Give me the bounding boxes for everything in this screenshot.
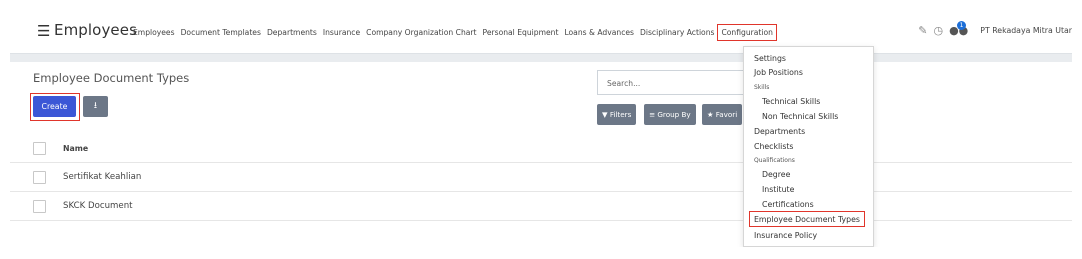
filter-icon: ▼ (602, 110, 608, 119)
dropdown-degree[interactable]: Degree (762, 170, 790, 179)
menu-disciplinary-actions[interactable]: Disciplinary Actions (640, 27, 714, 38)
download-button[interactable]: ⭳ (83, 96, 108, 117)
dropdown-technical-skills[interactable]: Technical Skills (762, 97, 820, 106)
chat-icon[interactable]: ●● 1 (949, 21, 968, 37)
edit-icon[interactable]: ✎ (918, 24, 927, 37)
menu-configuration[interactable]: Configuration (717, 24, 777, 41)
dropdown-job-positions[interactable]: Job Positions (754, 68, 803, 77)
dropdown-departments[interactable]: Departments (754, 127, 805, 136)
hamburger-menu-icon[interactable]: ☰ (37, 23, 50, 39)
dropdown-settings[interactable]: Settings (754, 54, 786, 63)
filters-button[interactable]: ▼ Filters (597, 104, 637, 125)
table-row[interactable]: Sertifikat Keahlian (10, 163, 1072, 192)
create-button[interactable]: Create (33, 96, 76, 117)
dropdown-insurance-policy[interactable]: Insurance Policy (754, 231, 817, 240)
star-icon: ★ (707, 110, 714, 119)
group-by-icon: ≡ (649, 110, 656, 119)
dropdown-non-technical-skills[interactable]: Non Technical Skills (762, 112, 838, 121)
menu-departments[interactable]: Departments (267, 27, 317, 38)
favorites-label: Favori (715, 110, 738, 119)
company-switcher[interactable]: PT Rekadaya Mitra Utar (980, 26, 1072, 35)
dropdown-certifications[interactable]: Certifications (762, 200, 814, 209)
app-title: Employees (54, 21, 138, 39)
clock-icon[interactable]: ◷ (933, 24, 943, 37)
row-checkbox[interactable] (33, 200, 46, 213)
select-all-checkbox[interactable] (33, 142, 46, 155)
dropdown-checklists[interactable]: Checklists (754, 142, 794, 151)
filters-label: Filters (609, 110, 632, 119)
table-header: Name (10, 134, 1072, 163)
column-header-name[interactable]: Name (63, 144, 88, 153)
row-name: SKCK Document (63, 201, 133, 211)
page-title: Employee Document Types (33, 71, 190, 85)
control-panel: Employee Document Types Search... Create… (10, 62, 1072, 136)
dropdown-skills-header: Skills (754, 84, 770, 91)
chat-badge: 1 (957, 21, 967, 30)
create-button-highlight: Create (30, 93, 80, 121)
menu-employees[interactable]: Employees (133, 27, 175, 38)
menu-document-templates[interactable]: Document Templates (181, 27, 261, 38)
menu-insurance[interactable]: Insurance (323, 27, 360, 38)
app-frame: ☰ Employees Employees Document Templates… (10, 10, 1072, 247)
group-by-label: Group By (657, 110, 691, 119)
configuration-dropdown: Settings Job Positions Skills Technical … (743, 46, 874, 247)
systray: ✎ ◷ ●● 1 PT Rekadaya Mitra Utar (918, 21, 1072, 37)
menu-company-organization-chart[interactable]: Company Organization Chart (366, 27, 476, 38)
dropdown-employee-document-types[interactable]: Employee Document Types (749, 211, 865, 227)
table-row[interactable]: SKCK Document (10, 192, 1072, 221)
group-by-button[interactable]: ≡ Group By (644, 104, 696, 125)
main-menu: Employees Document Templates Departments… (133, 24, 777, 41)
dropdown-qualifications-header: Qualifications (754, 157, 795, 164)
menu-loans-advances[interactable]: Loans & Advances (564, 27, 634, 38)
row-checkbox[interactable] (33, 171, 46, 184)
download-icon: ⭳ (93, 101, 98, 111)
dropdown-institute[interactable]: Institute (762, 185, 794, 194)
list-view: Name Sertifikat Keahlian SKCK Document (10, 134, 1072, 247)
menu-personal-equipment[interactable]: Personal Equipment (483, 27, 559, 38)
top-navbar: ☰ Employees Employees Document Templates… (10, 10, 1072, 54)
favorites-button[interactable]: ★ Favori (702, 104, 743, 125)
row-name: Sertifikat Keahlian (63, 172, 142, 182)
